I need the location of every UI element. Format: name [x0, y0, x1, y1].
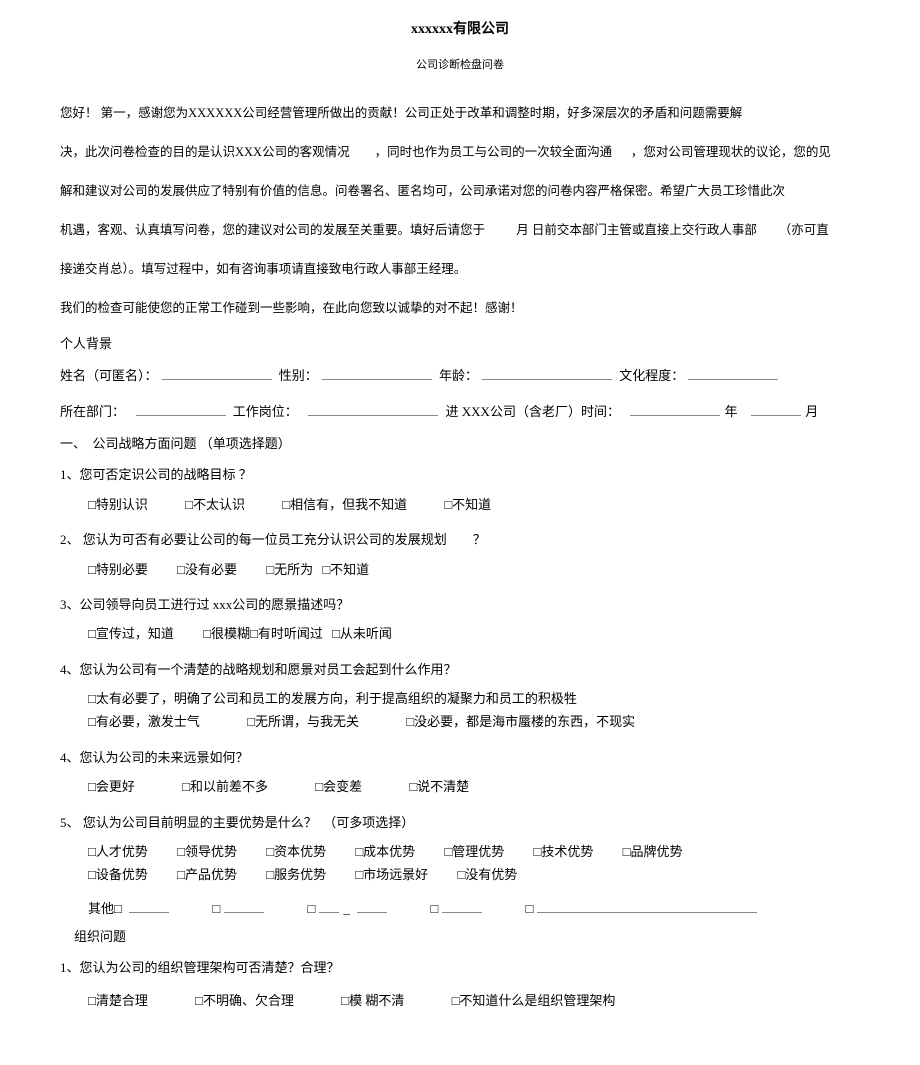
- checkbox-option[interactable]: □不明确、欠合理: [195, 989, 294, 1012]
- intro-line: 解和建议对公司的发展供应了特别有价值的信息。问卷署名、匿名均可，公司承诺对您的问…: [60, 179, 860, 204]
- edu-field[interactable]: [688, 366, 778, 380]
- checkbox-option[interactable]: □人才优势: [88, 840, 148, 863]
- checkbox-option[interactable]: □清楚合理: [88, 989, 148, 1012]
- checkbox-option[interactable]: □管理优势: [444, 840, 504, 863]
- q5-opts: □人才优势 □领导优势 □资本优势 □成本优势 □管理优势 □技术优势 □品牌优…: [88, 840, 860, 887]
- join-label: 进 XXX公司（含老厂）时间：: [446, 404, 620, 419]
- other-field[interactable]: [357, 912, 387, 913]
- s2-q1-text: 1、您认为公司的组织管理架构可否清楚？合理？: [60, 956, 860, 979]
- age-label: 年龄：: [439, 368, 478, 383]
- edu-label: 文化程度：: [619, 368, 684, 383]
- checkbox-option[interactable]: □宣传过，知道: [88, 622, 174, 645]
- text: 决，此次问卷检查的目的是认识XXX公司的客观情况: [60, 145, 350, 159]
- checkbox-option[interactable]: □品牌优势: [623, 840, 683, 863]
- checkbox-option[interactable]: □太有必要了，明确了公司和员工的发展方向，利于提高组织的凝聚力和员工的积极牲: [88, 687, 577, 710]
- checkbox-option[interactable]: □会更好: [88, 775, 135, 798]
- s2-q1-opts: □清楚合理 □不明确、欠合理 □模 糊不清 □不知道什么是组织管理架构: [88, 989, 860, 1012]
- q4-opts: □太有必要了，明确了公司和员工的发展方向，利于提高组织的凝聚力和员工的积极牲 □…: [88, 687, 860, 734]
- other-field[interactable]: [224, 912, 264, 913]
- checkbox-option[interactable]: □服务优势: [266, 863, 326, 886]
- q1-text: 1、您可否定识公司的战略目标 ？: [60, 463, 860, 486]
- other-field[interactable]: [319, 912, 339, 913]
- checkbox-option[interactable]: □不太认识: [185, 493, 245, 516]
- month-suffix: 月: [805, 404, 818, 419]
- other-field[interactable]: [537, 912, 757, 913]
- checkbox-option[interactable]: □不知道: [444, 493, 491, 516]
- checkbox-option[interactable]: □设备优势: [88, 863, 148, 886]
- background-fields: 姓名（可匿名）： 性别： 年龄： 文化程度：: [60, 363, 860, 389]
- q2-opts: □特别必要 □没有必要 □无所为 □不知道: [88, 558, 860, 581]
- q3-text: 3、公司领导向员工进行过 xxx公司的愿景描述吗？: [60, 593, 860, 616]
- q1-opts: □特别认识 □不太认识 □相信有，但我不知道 □不知道: [88, 493, 860, 516]
- checkbox-option[interactable]: □有必要，激发士气: [88, 710, 200, 733]
- checkbox-option[interactable]: □产品优势: [177, 863, 237, 886]
- checkbox-option[interactable]: □无所为: [266, 558, 313, 581]
- checkbox-option[interactable]: □说不清楚: [409, 775, 469, 798]
- checkbox-option[interactable]: □无所谓，与我无关: [247, 710, 359, 733]
- q5-other-row: 其他□ □ □_ □ □: [88, 899, 860, 920]
- background-fields-2: 所在部门： 工作岗位： 进 XXX公司（含老厂）时间： 年 月: [60, 399, 860, 425]
- background-heading: 个人背景: [60, 335, 860, 353]
- checkbox-option[interactable]: □特别必要: [88, 558, 148, 581]
- join-year-field[interactable]: [630, 402, 720, 416]
- name-field[interactable]: [162, 366, 272, 380]
- checkbox-option[interactable]: □从未听闻: [332, 622, 392, 645]
- year-suffix: 年: [724, 404, 737, 419]
- q5-text: 5、 您认为公司目前明显的主要优势是什么？ （可多项选择）: [60, 811, 860, 834]
- intro-line: 我们的检查可能使您的正常工作碰到一些影响，在此向您致以诚挚的对不起！感谢！: [60, 296, 860, 321]
- checkbox-option[interactable]: □成本优势: [355, 840, 415, 863]
- text: ，您对公司管理现状的议论，您的见: [631, 145, 831, 159]
- checkbox-option[interactable]: □会变差: [315, 775, 362, 798]
- checkbox-option[interactable]: □特别认识: [88, 493, 148, 516]
- text: 月 日前交本部门主管或直接上交行政人事部: [516, 223, 757, 237]
- gender-label: 性别：: [279, 368, 318, 383]
- checkbox-option[interactable]: □资本优势: [266, 840, 326, 863]
- section1-heading: 一、 公司战略方面问题 （单项选择题）: [60, 435, 860, 453]
- checkbox-option[interactable]: □没必要，都是海市蜃楼的东西，不现实: [406, 710, 635, 733]
- text: （亦可直: [779, 223, 829, 237]
- q4b-text: 4、您认为公司的未来远景如何？: [60, 746, 860, 769]
- other-field[interactable]: [442, 912, 482, 913]
- other-label[interactable]: 其他□: [88, 901, 122, 916]
- intro-line: 机遇，客观、认真填写问卷，您的建议对公司的发展至关重要。填好后请您于 月 日前交…: [60, 218, 860, 243]
- page-title: xxxxxx有限公司: [60, 20, 860, 40]
- intro-line: 决，此次问卷检查的目的是认识XXX公司的客观情况 ，同时也作为员工与公司的一次较…: [60, 140, 860, 165]
- page-subtitle: 公司诊断检盘问卷: [60, 58, 860, 73]
- checkbox-option[interactable]: □技术优势: [534, 840, 594, 863]
- intro-line: 接递交肖总）。填写过程中，如有咨询事项请直接致电行政人事部王经理。: [60, 257, 860, 282]
- gender-field[interactable]: [322, 366, 432, 380]
- section2-heading: 组织问题: [74, 928, 860, 946]
- intro-line: 您好！ 第一，感谢您为XXXXXX公司经营管理所做出的贡献！公司正处于改革和调整…: [60, 101, 860, 126]
- intro-block: 您好！ 第一，感谢您为XXXXXX公司经营管理所做出的贡献！公司正处于改革和调整…: [60, 101, 860, 321]
- checkbox-option[interactable]: □不知道: [322, 558, 369, 581]
- q4-text: 4、您认为公司有一个清楚的战略规划和愿景对员工会起到什么作用？: [60, 658, 860, 681]
- text: 机遇，客观、认真填写问卷，您的建议对公司的发展至关重要。填好后请您于: [60, 223, 485, 237]
- checkbox-option[interactable]: □和以前差不多: [182, 775, 268, 798]
- q4b-opts: □会更好 □和以前差不多 □会变差 □说不清楚: [88, 775, 860, 798]
- q2-text: 2、 您认为可否有必要让公司的每一位员工充分认识公司的发展规划 ？: [60, 528, 860, 551]
- checkbox-option[interactable]: □不知道什么是组织管理架构: [452, 989, 616, 1012]
- text: ，同时也作为员工与公司的一次较全面沟通: [375, 145, 613, 159]
- join-month-field[interactable]: [751, 402, 801, 416]
- checkbox-option[interactable]: □相信有，但我不知道: [282, 493, 407, 516]
- dept-field[interactable]: [136, 402, 226, 416]
- checkbox-option[interactable]: □模 糊不清: [341, 989, 404, 1012]
- checkbox-option[interactable]: □很模糊□有时听闻过: [203, 622, 323, 645]
- checkbox-option[interactable]: □没有必要: [177, 558, 237, 581]
- post-field[interactable]: [308, 402, 438, 416]
- dept-label: 所在部门：: [60, 404, 125, 419]
- checkbox-option[interactable]: □领导优势: [177, 840, 237, 863]
- checkbox-option[interactable]: □没有优势: [457, 863, 517, 886]
- name-label: 姓名（可匿名）：: [60, 368, 158, 383]
- age-field[interactable]: [482, 366, 612, 380]
- checkbox-option[interactable]: □市场远景好: [355, 863, 428, 886]
- other-field[interactable]: [129, 912, 169, 913]
- post-label: 工作岗位：: [233, 404, 298, 419]
- q3-opts: □宣传过，知道 □很模糊□有时听闻过 □从未听闻: [88, 622, 860, 645]
